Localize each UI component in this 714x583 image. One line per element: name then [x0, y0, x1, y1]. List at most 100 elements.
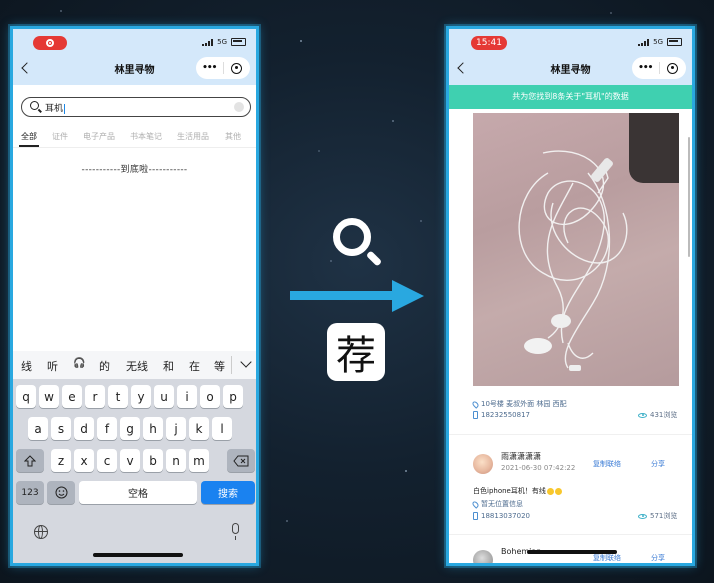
key-c[interactable]: c — [97, 449, 117, 472]
tab-all[interactable]: 全部 — [19, 131, 39, 147]
search-magnifier-icon — [333, 218, 371, 256]
tab-documents[interactable]: 证件 — [52, 131, 68, 142]
key-b[interactable]: b — [143, 449, 163, 472]
space-key[interactable]: 空格 — [79, 481, 197, 504]
item-location: 10号楼 麦叔外面 林园 西配 — [481, 400, 567, 408]
backspace-key[interactable] — [227, 449, 255, 472]
key-m[interactable]: m — [189, 449, 209, 472]
search-icon — [30, 101, 39, 110]
key-z[interactable]: z — [51, 449, 71, 472]
item-phone: 18813037020 — [481, 512, 530, 520]
status-bar: 5G — [13, 29, 256, 51]
result-feed[interactable]: 10号楼 麦叔外面 林园 西配 18232550817 431浏览 雨潇潇潇潇 … — [449, 109, 692, 563]
close-mini-program-button[interactable] — [224, 62, 251, 74]
key-w[interactable]: w — [39, 385, 59, 408]
phone-icon — [473, 512, 478, 520]
avatar[interactable] — [473, 550, 493, 563]
home-indicator — [93, 553, 183, 557]
item-photo[interactable] — [473, 113, 679, 386]
more-button[interactable]: ••• — [196, 63, 223, 73]
key-v[interactable]: v — [120, 449, 140, 472]
key-g[interactable]: g — [120, 417, 140, 440]
key-h[interactable]: h — [143, 417, 163, 440]
key-l[interactable]: l — [212, 417, 232, 440]
view-count: 571浏览 — [650, 512, 678, 520]
record-icon — [46, 39, 54, 47]
key-n[interactable]: n — [166, 449, 186, 472]
emoji-icon — [546, 487, 554, 495]
tab-books-notes[interactable]: 书本笔记 — [130, 131, 162, 142]
tab-electronics[interactable]: 电子产品 — [83, 131, 115, 142]
arrow-right-icon — [290, 291, 400, 300]
share-button[interactable]: 分享 — [651, 459, 665, 469]
tab-other[interactable]: 其他 — [225, 131, 241, 142]
key-e[interactable]: e — [62, 385, 82, 408]
candidate-word[interactable]: 在 — [189, 358, 200, 374]
key-p[interactable]: p — [223, 385, 243, 408]
copy-contact-button[interactable]: 复制联络 — [593, 459, 621, 469]
end-of-list-text: -----------到底啦----------- — [81, 165, 188, 175]
key-a[interactable]: a — [28, 417, 48, 440]
battery-icon — [667, 38, 682, 46]
shift-key[interactable] — [16, 449, 44, 472]
candidate-word[interactable]: 和 — [163, 358, 174, 374]
copy-contact-button[interactable]: 复制联络 — [593, 553, 621, 563]
close-mini-program-button[interactable] — [660, 62, 687, 74]
headphone-emoji-icon[interactable]: 🎧 — [73, 358, 85, 369]
candidate-bar: 线 听 🎧 的 无线 和 在 等 — [13, 351, 256, 379]
candidate-word[interactable]: 的 — [99, 358, 110, 374]
status-bar: 15:41 5G — [449, 29, 692, 51]
key-i[interactable]: i — [177, 385, 197, 408]
globe-icon[interactable] — [34, 525, 48, 539]
key-j[interactable]: j — [166, 417, 186, 440]
recommend-icon: 荐 — [327, 323, 385, 381]
emoji-key[interactable] — [47, 481, 75, 504]
nav-bar: 林里寻物 ••• — [13, 51, 256, 85]
chevron-down-icon[interactable] — [240, 356, 252, 368]
key-q[interactable]: q — [16, 385, 36, 408]
nav-bar: 林里寻物 ••• — [449, 51, 692, 85]
emoji-icon — [55, 486, 67, 499]
numbers-key[interactable]: 123 — [16, 481, 44, 504]
search-key[interactable]: 搜索 — [201, 481, 255, 504]
search-input[interactable]: 耳机 — [21, 97, 251, 117]
eye-icon — [638, 513, 647, 519]
scrollbar[interactable] — [688, 137, 690, 257]
tab-daily-goods[interactable]: 生活用品 — [177, 131, 209, 142]
clear-icon[interactable] — [234, 102, 244, 112]
candidate-word[interactable]: 线 — [21, 358, 32, 374]
backspace-icon — [233, 455, 249, 466]
emoji-icon — [554, 487, 562, 495]
candidate-word[interactable]: 无线 — [126, 358, 148, 374]
key-y[interactable]: y — [131, 385, 151, 408]
key-x[interactable]: x — [74, 449, 94, 472]
avatar[interactable] — [473, 454, 493, 474]
key-d[interactable]: d — [74, 417, 94, 440]
system-icons: 5G — [638, 38, 682, 46]
right-phone-screen: 15:41 5G 林里寻物 ••• 共为您找到8条关于"耳机"的数据 10号楼 … — [446, 26, 695, 566]
mini-program-capsule: ••• — [196, 57, 250, 79]
share-button[interactable]: 分享 — [651, 553, 665, 563]
location-pin-icon — [471, 499, 480, 509]
left-phone-screen: 5G 林里寻物 ••• 耳机 全部 证件 电子产品 书本笔记 生活用品 其他 -… — [10, 26, 259, 566]
eye-icon — [638, 412, 647, 418]
key-t[interactable]: t — [108, 385, 128, 408]
key-s[interactable]: s — [51, 417, 71, 440]
key-f[interactable]: f — [97, 417, 117, 440]
result-count-banner: 共为您找到8条关于"耳机"的数据 — [449, 85, 692, 109]
microphone-icon[interactable] — [232, 523, 239, 540]
key-u[interactable]: u — [154, 385, 174, 408]
status-time: 15:41 — [471, 36, 507, 50]
view-count: 431浏览 — [650, 411, 678, 419]
network-label: 5G — [217, 38, 227, 46]
key-k[interactable]: k — [189, 417, 209, 440]
candidate-word[interactable]: 等 — [214, 358, 225, 374]
more-button[interactable]: ••• — [632, 63, 659, 73]
candidate-word[interactable]: 听 — [47, 358, 58, 374]
key-o[interactable]: o — [200, 385, 220, 408]
network-label: 5G — [653, 38, 663, 46]
username: 雨潇潇潇潇 — [501, 452, 541, 461]
keyboard: 线 听 🎧 的 无线 和 在 等 q w e r t y u i o p a s… — [13, 351, 256, 563]
screen-record-indicator — [33, 36, 67, 50]
key-r[interactable]: r — [85, 385, 105, 408]
